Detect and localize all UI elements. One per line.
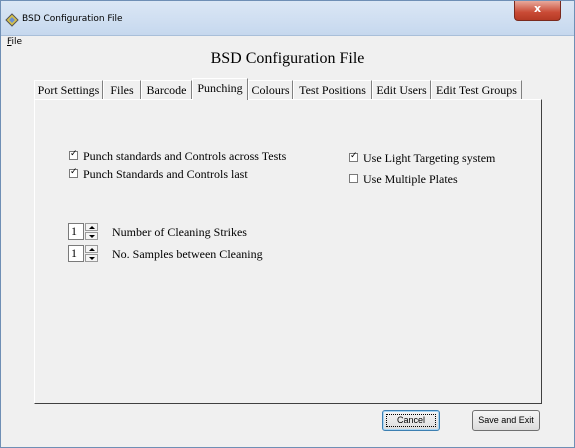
checkbox-box: ✓	[69, 149, 78, 160]
tab-punching[interactable]: Punching	[192, 78, 248, 100]
cancel-button[interactable]: Cancel	[382, 410, 440, 431]
menu-bar: File	[1, 36, 574, 50]
spin-down-icon[interactable]	[85, 254, 98, 262]
tab-edit-test-groups[interactable]: Edit Test Groups	[431, 80, 522, 99]
cleaning-strikes-label: Number of Cleaning Strikes	[112, 225, 247, 239]
close-button[interactable]: x	[514, 1, 561, 21]
checkbox-box: ✓	[349, 151, 358, 162]
spin-up-icon[interactable]	[85, 245, 98, 253]
cancel-label: Cancel	[396, 415, 425, 425]
page-title: BSD Configuration File	[210, 50, 365, 67]
spin-down-icon[interactable]	[85, 232, 98, 240]
tab-barcode[interactable]: Barcode	[141, 80, 192, 99]
checkbox-box: ✓	[69, 167, 78, 178]
check-icon: ✓	[70, 167, 78, 177]
menu-file-rest: ile	[11, 37, 23, 47]
checkbox-label: Use Light Targeting system	[363, 151, 496, 165]
check-icon: ✓	[350, 151, 358, 161]
tab-files[interactable]: Files	[103, 80, 141, 99]
save-and-exit-button[interactable]: Save and Exit	[472, 410, 540, 431]
tab-edit-users[interactable]: Edit Users	[372, 80, 431, 99]
tab-colours[interactable]: Colours	[248, 80, 293, 99]
cleaning-strikes-input[interactable]: 1	[68, 223, 84, 240]
checkbox-box	[349, 174, 358, 183]
samples-between-input[interactable]: 1	[68, 245, 84, 262]
title-bar[interactable]: BSD Configuration File x	[1, 1, 574, 36]
spin-buttons	[85, 245, 98, 262]
cleaning-strikes-stepper: 1	[68, 223, 101, 240]
config-window: BSD Configuration File x File BSD Config…	[0, 0, 575, 448]
checkbox-label: Punch Standards and Controls last	[83, 167, 248, 181]
spin-up-icon[interactable]	[85, 223, 98, 231]
samples-between-label: No. Samples between Cleaning	[112, 247, 263, 261]
check-icon: ✓	[70, 149, 78, 159]
punching-panel: ✓ Punch standards and Controls across Te…	[34, 99, 542, 404]
menu-file[interactable]: File	[7, 37, 22, 47]
samples-between-stepper: 1	[68, 245, 101, 262]
app-icon	[5, 13, 19, 27]
checkbox-label: Punch standards and Controls across Test…	[83, 149, 287, 163]
close-icon: x	[533, 2, 542, 15]
checkbox-label: Use Multiple Plates	[363, 172, 458, 186]
spin-buttons	[85, 223, 98, 240]
window-title: BSD Configuration File	[22, 14, 123, 24]
tab-port-settings[interactable]: Port Settings	[34, 80, 103, 99]
tab-test-positions[interactable]: Test Positions	[293, 80, 372, 99]
